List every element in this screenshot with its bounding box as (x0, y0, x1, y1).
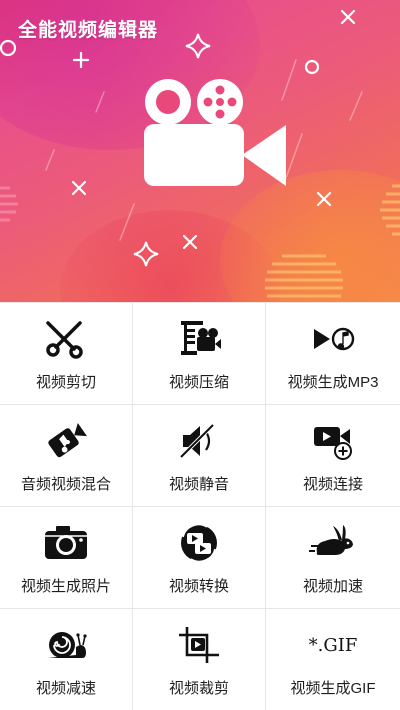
snail-icon (42, 623, 90, 667)
app-title: 全能视频编辑器 (18, 20, 159, 41)
camera-music-icon (42, 419, 90, 463)
tool-label: 音频视频混合 (20, 476, 111, 493)
tool-video-slow-down[interactable]: 视频减速 (0, 609, 133, 710)
tool-label: 视频连接 (302, 476, 363, 493)
tool-video-join[interactable]: 视频连接 (266, 405, 400, 507)
rabbit-icon (309, 521, 357, 565)
tool-label: 视频生成GIF (290, 680, 376, 697)
tool-label: 视频减速 (35, 680, 96, 697)
camera-add-icon (309, 419, 357, 463)
header-banner: 全能视频编辑器 (0, 0, 400, 302)
tool-label: 视频剪切 (35, 374, 96, 391)
mute-speaker-icon (175, 419, 223, 463)
tool-video-mute[interactable]: 视频静音 (133, 405, 266, 507)
tool-video-to-mp3[interactable]: 视频生成MP3 (266, 303, 400, 405)
tool-video-compress[interactable]: 视频压缩 (133, 303, 266, 405)
tool-video-crop[interactable]: 视频裁剪 (133, 609, 266, 710)
tool-video-speed-up[interactable]: 视频加速 (266, 507, 400, 609)
scissors-icon (42, 317, 90, 361)
tool-video-to-photo[interactable]: 视频生成照片 (0, 507, 133, 609)
tool-video-cut[interactable]: 视频剪切 (0, 303, 133, 405)
photo-camera-icon (42, 521, 90, 565)
tool-video-convert[interactable]: 视频转换 (133, 507, 266, 609)
tool-label: 视频生成照片 (20, 578, 111, 595)
crop-video-icon (175, 623, 223, 667)
tool-label: 视频转换 (168, 578, 229, 595)
video-camera-logo-icon (144, 79, 286, 186)
clamp-camera-icon (175, 317, 223, 361)
convert-icon (175, 521, 223, 565)
tool-audio-video-mix[interactable]: 音频视频混合 (0, 405, 133, 507)
tool-grid: 视频剪切 视频压缩 视频生成MP3 音频视频混合 视频静音 视频连接 视频生成照… (0, 302, 400, 710)
tool-label: 视频生成MP3 (287, 374, 379, 391)
gif-icon: *.GIF (308, 623, 358, 667)
tool-label: 视频加速 (302, 578, 363, 595)
tool-label: 视频裁剪 (168, 680, 229, 697)
tool-video-to-gif[interactable]: *.GIF 视频生成GIF (266, 609, 400, 710)
tool-label: 视频静音 (168, 476, 229, 493)
gif-icon-text: *.GIF (308, 634, 358, 656)
tool-label: 视频压缩 (168, 374, 229, 391)
play-music-icon (309, 317, 357, 361)
